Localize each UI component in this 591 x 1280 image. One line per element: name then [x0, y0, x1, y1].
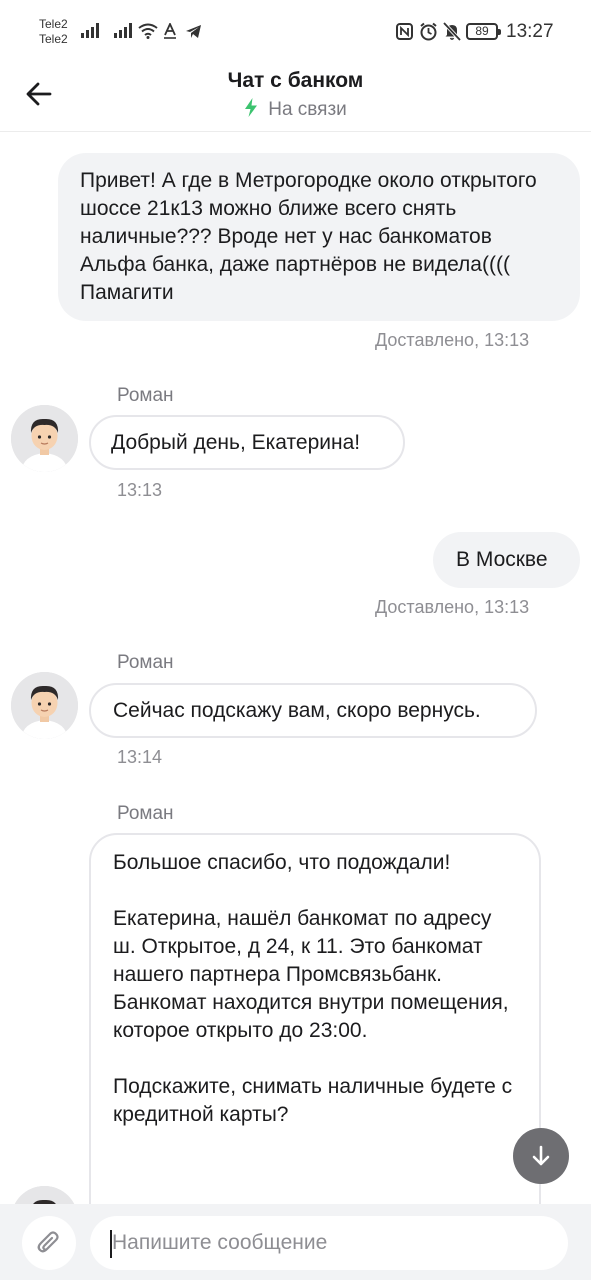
alarm-icon — [420, 22, 437, 41]
signal-1-icon — [81, 22, 99, 38]
chat-header: Чат с банком На связи — [0, 62, 591, 132]
message-time: 13:14 — [117, 747, 163, 767]
message-text: Привет! А где в Метрогородке около откры… — [80, 169, 537, 304]
text-cursor — [110, 1230, 112, 1258]
message-time: 13:13 — [117, 480, 163, 500]
incoming-message[interactable]: Добрый день, Екатерина! — [89, 415, 405, 470]
battery-icon: 89 — [466, 23, 501, 40]
message-input[interactable] — [90, 1216, 568, 1270]
message-text: Сейчас подскажу вам, скоро вернусь. — [113, 699, 481, 722]
telegram-icon — [186, 25, 201, 38]
lightning-icon — [245, 98, 258, 117]
arrow-down-icon — [532, 1145, 550, 1166]
chat-status: На связи — [0, 98, 591, 121]
incoming-message[interactable]: Большое спасибо, что подождали! Екатерин… — [89, 833, 541, 1253]
status-time: 13:27 — [506, 21, 554, 42]
carrier-1: Tele2 — [39, 17, 68, 31]
font-a-icon — [164, 23, 176, 39]
back-button[interactable] — [22, 76, 58, 112]
nfc-icon — [396, 23, 413, 40]
operator-avatar-icon — [11, 405, 78, 472]
attach-button[interactable] — [22, 1216, 76, 1270]
avatar — [11, 405, 78, 472]
status-bar: Tele2 Tele2 89 13:27 — [0, 0, 591, 62]
signal-2-icon — [114, 22, 132, 38]
wifi-icon — [138, 23, 158, 39]
avatar — [11, 672, 78, 739]
carrier-labels: Tele2 Tele2 — [39, 17, 68, 47]
message-text: В Москве — [456, 548, 548, 571]
message-composer — [0, 1204, 591, 1280]
operator-avatar-icon — [11, 672, 78, 739]
sender-name: Роман — [117, 385, 174, 406]
delivery-status: Доставлено, 13:13 — [375, 597, 530, 617]
outgoing-message[interactable]: В Москве — [433, 532, 580, 588]
carrier-2: Tele2 — [39, 32, 68, 46]
bell-muted-icon — [443, 22, 461, 41]
sender-name: Роман — [117, 652, 174, 673]
scroll-down-button[interactable] — [513, 1128, 569, 1184]
delivery-status: Доставлено, 13:13 — [375, 330, 530, 350]
sender-name: Роман — [117, 803, 174, 824]
chat-status-label: На связи — [268, 99, 347, 120]
outgoing-message[interactable]: Привет! А где в Метрогородке около откры… — [58, 153, 580, 321]
message-text: Большое спасибо, что подождали! Екатерин… — [113, 851, 513, 1126]
chat-title: Чат с банком — [227, 69, 364, 92]
message-text: Добрый день, Екатерина! — [111, 431, 361, 454]
incoming-message[interactable]: Сейчас подскажу вам, скоро вернусь. — [89, 683, 537, 738]
arrow-left-icon — [26, 82, 52, 106]
paperclip-icon — [37, 1231, 59, 1253]
